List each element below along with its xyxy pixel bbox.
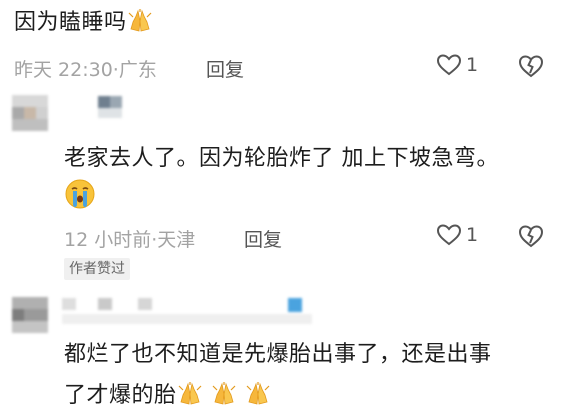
username[interactable] (62, 298, 312, 326)
dislike-button[interactable] (517, 53, 545, 83)
avatar[interactable] (12, 297, 48, 333)
comment-text: 了才爆的胎 (64, 383, 177, 408)
reply-button[interactable]: 回复 (244, 225, 282, 252)
reply-button[interactable]: 回复 (206, 55, 244, 82)
comment-time: 昨天 22:30 (14, 59, 113, 81)
like-button[interactable]: 1 (436, 223, 478, 247)
broken-heart-icon (518, 55, 544, 78)
avatar[interactable] (12, 95, 48, 131)
comment-location: 天津 (157, 229, 196, 251)
like-count: 1 (466, 224, 479, 246)
dislike-button[interactable] (517, 223, 545, 253)
crying-emoji-icon (65, 179, 95, 209)
heart-icon (436, 54, 462, 76)
comment-text: 因为瞌睡吗 (14, 10, 127, 35)
comment-1-text-row: 因为瞌睡吗 (14, 8, 153, 38)
broken-heart-icon (518, 225, 544, 248)
pray-emoji-icon (246, 382, 269, 405)
heart-icon (436, 224, 462, 246)
comment-location: 广东 (118, 59, 157, 81)
comment-text: 老家去人了。因为轮胎炸了 加上下坡急弯。 (64, 146, 499, 171)
comment-text-line2-row: 了才爆的胎 (64, 381, 271, 411)
comment-meta: 昨天 22:30·广东 (14, 55, 157, 82)
like-button[interactable]: 1 (436, 53, 478, 77)
author-liked-badge: 作者赞过 (64, 258, 130, 280)
comment-time: 12 小时前 (64, 229, 152, 251)
pray-emoji-icon (178, 382, 201, 405)
comment-meta: 12 小时前·天津 (64, 225, 195, 252)
pray-emoji-icon (128, 9, 151, 32)
like-count: 1 (466, 54, 479, 76)
comment-text: 都烂了也不知道是先爆胎出事了，还是出事 (64, 342, 492, 367)
pray-emoji-icon (212, 382, 235, 405)
username[interactable] (98, 96, 138, 118)
